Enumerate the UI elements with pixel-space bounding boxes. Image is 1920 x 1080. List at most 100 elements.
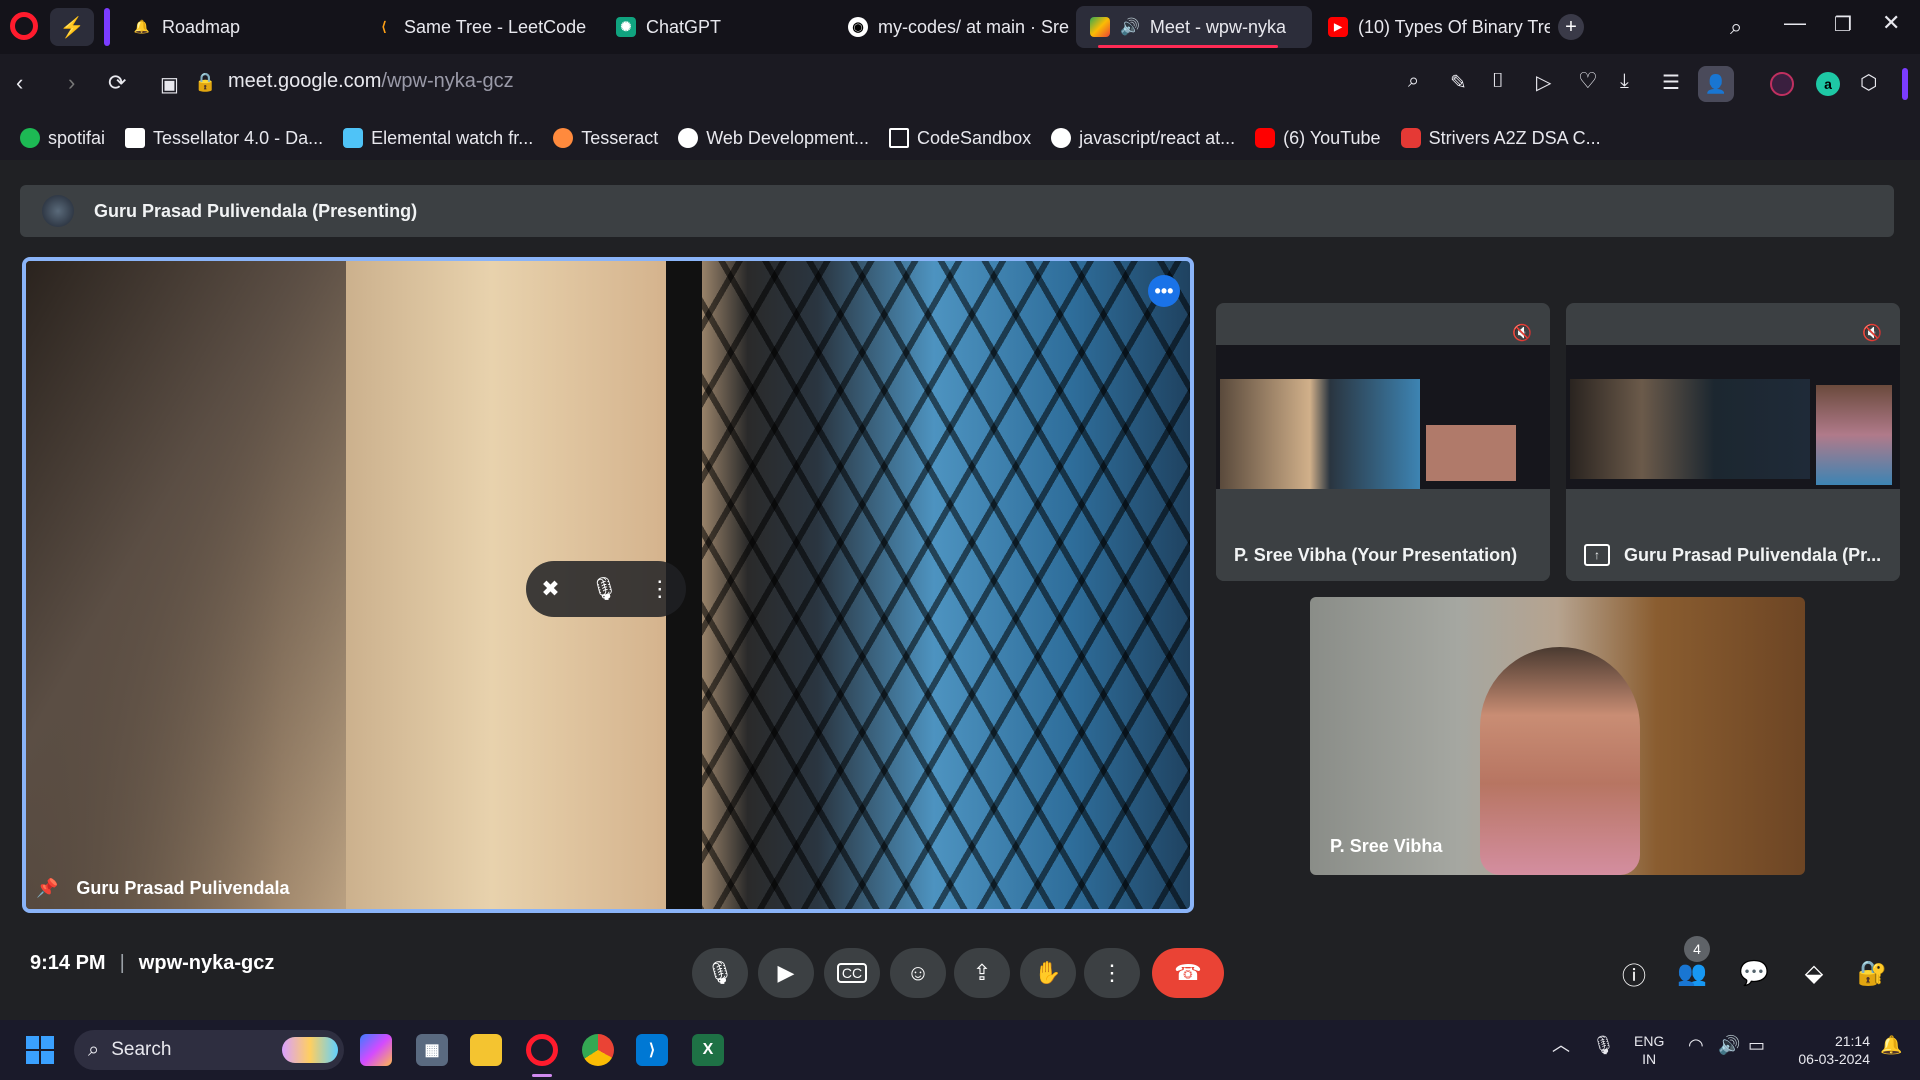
- more-options-button[interactable]: ⋮: [1084, 948, 1140, 998]
- calculator-icon[interactable]: ▦: [416, 1034, 448, 1066]
- download-icon[interactable]: ⤓: [1620, 70, 1629, 93]
- bookmark-javascript-react[interactable]: javascript/react at...: [1051, 128, 1235, 149]
- url-field[interactable]: meet.google.com/wpw-nyka-gcz: [228, 70, 514, 93]
- language-indicator[interactable]: ENG IN: [1634, 1032, 1664, 1068]
- tab-github[interactable]: ◉ my-codes/ at main · Sre: [834, 6, 1074, 48]
- opera-taskbar-icon[interactable]: [526, 1034, 558, 1066]
- wifi-icon[interactable]: ◠: [1688, 1036, 1704, 1054]
- file-explorer-icon[interactable]: [470, 1034, 502, 1066]
- tab-label: Same Tree - LeetCode: [404, 16, 587, 37]
- snapshot-icon[interactable]: ⌷: [1492, 70, 1504, 93]
- url-domain: meet.google.com: [228, 70, 382, 92]
- restore-button[interactable]: ❐: [1834, 12, 1852, 37]
- search-highlight-icon: [282, 1037, 338, 1063]
- clock-date: 06-03-2024: [1798, 1051, 1870, 1067]
- camera-permission-icon[interactable]: ▣: [160, 72, 179, 97]
- bookmark-elemental[interactable]: Elemental watch fr...: [343, 128, 533, 149]
- pin-icon[interactable]: 📌: [36, 878, 58, 899]
- amazon-extension-icon[interactable]: a: [1816, 72, 1840, 96]
- lock-icon[interactable]: 🔒: [194, 72, 216, 93]
- leave-call-button[interactable]: ☎: [1152, 948, 1224, 998]
- back-button[interactable]: ‹: [16, 70, 23, 96]
- profile-icon[interactable]: 👤: [1698, 66, 1734, 102]
- raise-hand-button[interactable]: ✋: [1020, 948, 1076, 998]
- bookmark-strivers[interactable]: Strivers A2Z DSA C...: [1400, 128, 1601, 149]
- bookmark-web-development[interactable]: Web Development...: [678, 128, 869, 149]
- mic-toggle-button[interactable]: 🎙: [692, 948, 748, 998]
- windows-start-icon[interactable]: [24, 1034, 56, 1066]
- camera-toggle-button[interactable]: ▶: [758, 948, 814, 998]
- vscode-icon[interactable]: ⟩: [636, 1034, 668, 1066]
- tab-meet[interactable]: 🔊 Meet - wpw-nyka: [1076, 6, 1312, 48]
- more-vert-icon[interactable]: ⋮: [649, 576, 671, 602]
- easy-setup-icon[interactable]: ☰: [1662, 70, 1680, 95]
- tab-youtube[interactable]: ▶ (10) Types Of Binary Tre: [1314, 6, 1550, 48]
- opera-logo-icon[interactable]: [10, 12, 38, 40]
- captions-button[interactable]: CC: [824, 948, 880, 998]
- meet-control-bar: 9:14 PM | wpw-nyka-gcz 🎙 ▶ CC ☺ ⇪ ✋ ⋮ ☎ …: [0, 930, 1920, 1020]
- unpin-icon[interactable]: ✖: [541, 576, 559, 602]
- minimize-button[interactable]: —: [1784, 10, 1806, 36]
- zoom-icon[interactable]: ⌕: [1408, 70, 1419, 93]
- activities-button[interactable]: ⬙: [1794, 950, 1834, 996]
- main-video-tile[interactable]: ••• ✖ 🎙 ⋮ 📌 Guru Prasad Pulivendala: [22, 257, 1194, 913]
- taskbar-search[interactable]: ⌕ Search: [74, 1030, 344, 1070]
- tab-roadmap[interactable]: 🔔 Roadmap: [118, 6, 358, 48]
- elemental-icon: [343, 128, 364, 148]
- bookmark-tesseract[interactable]: Tesseract: [553, 128, 658, 149]
- video-frame-left: [26, 261, 346, 909]
- flow-icon[interactable]: ▷: [1536, 70, 1551, 95]
- bookmark-tessellator[interactable]: Tessellator 4.0 - Da...: [125, 128, 323, 149]
- chrome-icon[interactable]: [582, 1034, 614, 1066]
- present-button[interactable]: ⇪: [954, 948, 1010, 998]
- extension-avatar-icon[interactable]: [1770, 72, 1794, 96]
- spotify-icon: [20, 128, 40, 148]
- meeting-details-button[interactable]: ⓘ: [1614, 950, 1654, 996]
- presentation-thumb-guru[interactable]: 🔇 ↑ Guru Prasad Pulivendala (Pr...: [1566, 303, 1900, 581]
- battery-icon[interactable]: ▭: [1748, 1036, 1765, 1054]
- web-dev-icon: [678, 128, 699, 148]
- host-controls-button[interactable]: 🔐: [1852, 950, 1892, 996]
- people-button[interactable]: 👥 4: [1672, 936, 1712, 996]
- new-tab-button[interactable]: +: [1558, 14, 1584, 40]
- volume-icon[interactable]: 🔊: [1718, 1036, 1740, 1054]
- bookmark-label: (6) YouTube: [1283, 127, 1381, 148]
- mic-icon[interactable]: 🎙: [590, 576, 618, 602]
- meet-content: Guru Prasad Pulivendala (Presenting) •••…: [0, 160, 1920, 1020]
- tab-leetcode[interactable]: ⟨ Same Tree - LeetCode: [360, 6, 600, 48]
- bookmark-youtube[interactable]: (6) YouTube: [1255, 127, 1381, 149]
- excel-icon[interactable]: X: [692, 1034, 724, 1066]
- tray-chevron-icon[interactable]: ︿: [1552, 1036, 1570, 1054]
- meeting-info: 9:14 PM | wpw-nyka-gcz: [30, 952, 274, 975]
- chat-button[interactable]: 💬: [1734, 950, 1774, 996]
- youtube-icon: [1255, 128, 1276, 148]
- tesseract-icon: [553, 128, 574, 148]
- speaker-icon[interactable]: 🔊: [1120, 17, 1140, 37]
- self-video-tile[interactable]: P. Sree Vibha: [1310, 597, 1805, 875]
- copilot-icon[interactable]: [360, 1034, 392, 1066]
- presentation-thumb-self[interactable]: 🔇 P. Sree Vibha (Your Presentation): [1216, 303, 1550, 581]
- extensions-cube-icon[interactable]: ⬡: [1860, 70, 1877, 95]
- self-name: P. Sree Vibha: [1330, 836, 1443, 856]
- tile-options-icon[interactable]: •••: [1148, 275, 1180, 307]
- tray-mic-icon[interactable]: 🎙: [1592, 1036, 1615, 1054]
- bookmark-codesandbox[interactable]: CodeSandbox: [888, 128, 1031, 149]
- present-screen-icon: ↑: [1584, 544, 1610, 566]
- reactions-button[interactable]: ☺: [890, 948, 946, 998]
- heart-icon[interactable]: ♡: [1578, 68, 1598, 94]
- presentation-preview: [1566, 345, 1900, 489]
- strivers-icon: [1400, 128, 1421, 148]
- forward-button[interactable]: ›: [68, 70, 75, 96]
- edit-icon[interactable]: ✎: [1450, 70, 1467, 95]
- search-tabs-icon[interactable]: ⌕: [1730, 14, 1742, 40]
- reload-button[interactable]: ⟳: [108, 70, 126, 96]
- region-code: IN: [1642, 1051, 1657, 1067]
- notification-bell-icon[interactable]: 🔔: [1880, 1036, 1902, 1054]
- sidebar-toggle-icon[interactable]: ⚡: [50, 8, 94, 46]
- tab-chatgpt[interactable]: ✺ ChatGPT: [602, 6, 832, 48]
- bookmark-spotifai[interactable]: spotifai: [20, 128, 105, 149]
- video-frame-mesh: [702, 261, 1190, 909]
- clock[interactable]: 21:14 06-03-2024: [1786, 1032, 1870, 1068]
- close-window-button[interactable]: ✕: [1882, 10, 1900, 36]
- main-tile-name: 📌 Guru Prasad Pulivendala: [36, 878, 290, 899]
